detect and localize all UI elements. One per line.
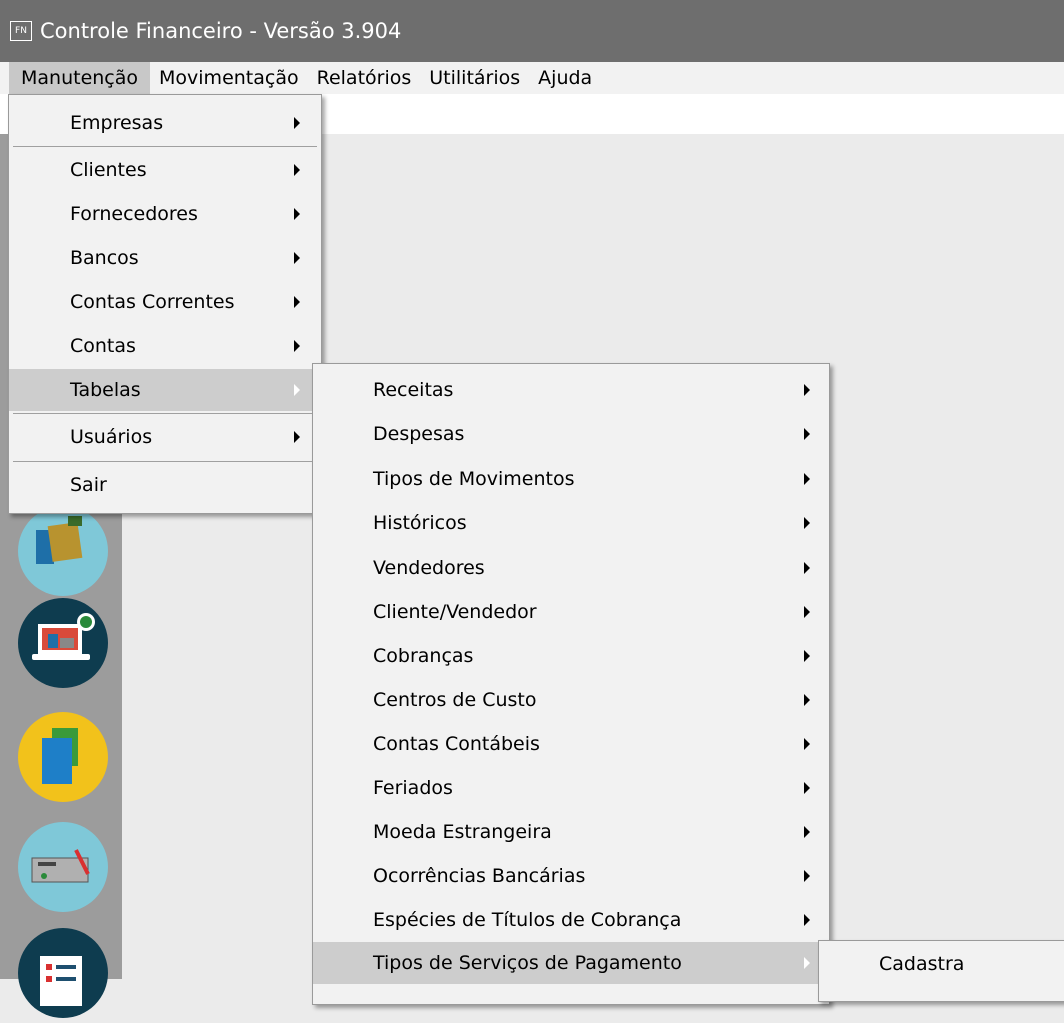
menu-item-label: Sair [70, 474, 107, 496]
menu-item-label: Espécies de Títulos de Cobrança [373, 909, 682, 931]
menu-item-moeda-estrangeira[interactable]: Moeda Estrangeira [313, 811, 829, 853]
wallet-icon[interactable] [18, 506, 108, 596]
submenu-arrow-icon [804, 650, 810, 662]
menu-item-label: Cliente/Vendedor [373, 601, 537, 623]
menu-item-label: Vendedores [373, 557, 485, 579]
submenu-arrow-icon [294, 208, 300, 220]
submenu-arrow-icon [804, 606, 810, 618]
submenu-arrow-icon [804, 738, 810, 750]
menu-item-tipos-de-movimentos[interactable]: Tipos de Movimentos [313, 458, 829, 500]
menu-item-label: Contas [70, 335, 136, 357]
menu-utilitarios[interactable]: Utilitários [420, 62, 529, 94]
submenu-arrow-icon [804, 914, 810, 926]
documents-icon[interactable] [18, 712, 108, 802]
menu-item-fornecedores[interactable]: Fornecedores [9, 193, 321, 235]
window-title: Controle Financeiro - Versão 3.904 [40, 19, 402, 43]
menu-item-bancos[interactable]: Bancos [9, 237, 321, 279]
menu-item-especies-de-titulos[interactable]: Espécies de Títulos de Cobrança [313, 899, 829, 941]
menu-item-label: Contas Contábeis [373, 733, 540, 755]
menu-item-label: Moeda Estrangeira [373, 821, 552, 843]
submenu-arrow-icon [294, 431, 300, 443]
menu-manutencao[interactable]: Manutenção [9, 62, 151, 94]
menu-bar: Manutenção Movimentação Relatórios Utili… [0, 62, 1064, 94]
menu-item-label: Despesas [373, 423, 465, 445]
menu-item-label: Históricos [373, 512, 467, 534]
menu-item-label: Bancos [70, 247, 139, 269]
submenu-arrow-icon [294, 117, 300, 129]
menu-item-label: Receitas [373, 379, 454, 401]
menu-item-despesas[interactable]: Despesas [313, 413, 829, 455]
app-logo-icon: FN [10, 21, 32, 41]
submenu-arrow-icon [294, 252, 300, 264]
menu-ajuda[interactable]: Ajuda [529, 62, 601, 94]
submenu-arrow-icon [294, 296, 300, 308]
submenu-arrow-icon [294, 384, 300, 396]
menu-movimentacao[interactable]: Movimentação [150, 62, 308, 94]
menu-item-centros-de-custo[interactable]: Centros de Custo [313, 679, 829, 721]
submenu-arrow-icon [804, 428, 810, 440]
menu-item-tipos-de-servicos-de-pagamento[interactable]: Tipos de Serviços de Pagamento [313, 942, 829, 984]
menu-item-label: Tipos de Serviços de Pagamento [373, 952, 682, 974]
submenu-arrow-icon [804, 562, 810, 574]
checklist-icon[interactable] [18, 928, 108, 1018]
menu-item-vendedores[interactable]: Vendedores [313, 547, 829, 589]
menu-item-tabelas[interactable]: Tabelas [9, 369, 321, 411]
menu-item-label: Centros de Custo [373, 689, 537, 711]
menu-separator [13, 146, 317, 147]
title-bar: FN Controle Financeiro - Versão 3.904 [0, 0, 1064, 62]
menu-item-feriados[interactable]: Feriados [313, 767, 829, 809]
laptop-dollar-icon[interactable] [18, 598, 108, 688]
tipos-servicos-submenu: Cadastra [818, 940, 1064, 1002]
menu-item-label: Contas Correntes [70, 291, 235, 313]
menu-item-sair[interactable]: Sair [9, 464, 321, 506]
menu-item-cobrancas[interactable]: Cobranças [313, 635, 829, 677]
submenu-arrow-icon [294, 164, 300, 176]
menu-item-ocorrencias-bancarias[interactable]: Ocorrências Bancárias [313, 855, 829, 897]
menu-item-label: Fornecedores [70, 203, 198, 225]
menu-item-empresas[interactable]: Empresas [9, 102, 321, 144]
menu-item-clientes[interactable]: Clientes [9, 149, 321, 191]
submenu-arrow-icon [804, 694, 810, 706]
submenu-arrow-icon [804, 517, 810, 529]
check-signature-icon[interactable] [18, 822, 108, 912]
menu-item-contas[interactable]: Contas [9, 325, 321, 367]
menu-separator [13, 413, 317, 414]
menu-item-label: Tabelas [70, 379, 141, 401]
menu-item-label: Ocorrências Bancárias [373, 865, 586, 887]
submenu-arrow-icon [804, 473, 810, 485]
menu-item-label: Usuários [70, 426, 153, 448]
tabelas-submenu: Receitas Despesas Tipos de Movimentos Hi… [312, 363, 830, 1005]
submenu-arrow-icon [804, 957, 810, 969]
submenu-arrow-icon [804, 782, 810, 794]
menu-item-contas-correntes[interactable]: Contas Correntes [9, 281, 321, 323]
submenu-arrow-icon [294, 340, 300, 352]
menu-item-usuarios[interactable]: Usuários [9, 416, 321, 458]
submenu-arrow-icon [804, 870, 810, 882]
menu-item-label: Feriados [373, 777, 453, 799]
menu-item-label: Clientes [70, 159, 147, 181]
menu-item-historicos[interactable]: Históricos [313, 502, 829, 544]
submenu-arrow-icon [804, 826, 810, 838]
submenu-arrow-icon [804, 384, 810, 396]
menu-item-contas-contabeis[interactable]: Contas Contábeis [313, 723, 829, 765]
menu-item-label: Cobranças [373, 645, 474, 667]
menu-item-label: Tipos de Movimentos [373, 468, 575, 490]
menu-item-receitas[interactable]: Receitas [313, 369, 829, 411]
manutencao-dropdown: Empresas Clientes Fornecedores Bancos Co… [8, 94, 322, 514]
menu-relatorios[interactable]: Relatórios [308, 62, 421, 94]
menu-separator [13, 461, 317, 462]
menu-item-label: Empresas [70, 112, 164, 134]
menu-item-cliente-vendedor[interactable]: Cliente/Vendedor [313, 591, 829, 633]
